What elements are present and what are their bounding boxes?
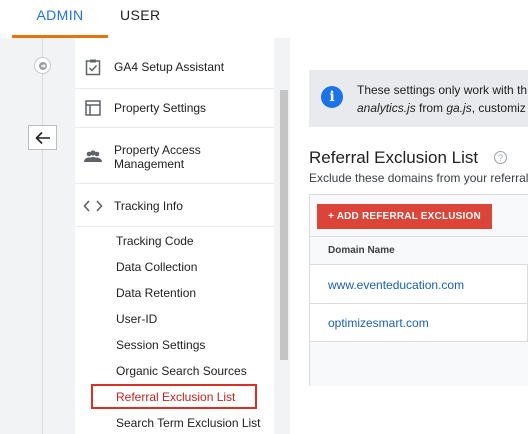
nav-item-label: Property Settings [114, 101, 207, 115]
table-footer [310, 342, 528, 386]
nav-item-label: Property Access Management [114, 142, 201, 171]
sub-item-tracking-code[interactable]: Tracking Code [116, 234, 194, 248]
sub-item-data-retention[interactable]: Data Retention [116, 286, 196, 300]
notice-code: ga.js [446, 101, 472, 115]
page-title: Referral Exclusion List [309, 148, 479, 167]
nav-item-label: Tracking Info [114, 198, 183, 213]
notice-text: These settings only work with th [357, 83, 528, 97]
sub-item-session-settings[interactable]: Session Settings [116, 338, 205, 352]
nav-scrollbar[interactable] [280, 90, 288, 360]
people-icon [83, 147, 103, 167]
code-icon [83, 196, 103, 216]
sub-item-data-collection[interactable]: Data Collection [116, 260, 197, 274]
nav-item-label: GA4 Setup Assistant [114, 60, 225, 74]
sub-item-referral-exclusion[interactable]: Referral Exclusion List [116, 390, 235, 404]
table-toolbar: + ADD REFERRAL EXCLUSION [310, 195, 528, 237]
layout-icon [83, 98, 103, 118]
tab-admin[interactable]: ADMIN [12, 0, 108, 38]
property-nav-panel: GA4 Setup Assistant Property Settings Pr… [75, 38, 274, 434]
help-icon[interactable]: ? [494, 151, 507, 164]
table-row[interactable]: www.eventeducation.com [310, 266, 528, 304]
sub-item-organic-search-sources[interactable]: Organic Search Sources [116, 364, 247, 378]
tab-user[interactable]: USER [120, 0, 160, 38]
nav-item-property-settings[interactable]: Property Settings [75, 88, 274, 128]
info-icon: i [321, 86, 343, 108]
page-subtitle: Exclude these domains from your referral [309, 171, 528, 185]
notice-code: analytics.js [357, 101, 416, 115]
table-row[interactable]: optimizesmart.com [310, 304, 528, 342]
sub-item-user-id[interactable]: User-ID [116, 312, 157, 326]
add-referral-exclusion-button[interactable]: + ADD REFERRAL EXCLUSION [317, 204, 492, 229]
notice-text-2: analytics.js from ga.js, customiz [357, 101, 526, 115]
nav-item-ga4-setup[interactable]: GA4 Setup Assistant [75, 48, 274, 86]
info-notice: i These settings only work with th analy… [309, 70, 528, 127]
rail-line [42, 38, 43, 434]
arrow-right-circle-icon [38, 61, 47, 70]
rail-step-circle[interactable] [34, 57, 51, 74]
notice-mid: from [415, 101, 447, 115]
column-header-domain[interactable]: Domain Name [310, 237, 528, 265]
back-button[interactable] [28, 125, 57, 150]
nav-item-property-access[interactable]: Property Access Management [75, 130, 274, 184]
arrow-left-icon [34, 131, 50, 144]
top-tab-bar: ADMIN USER [0, 0, 528, 38]
sub-item-search-term-exclusion[interactable]: Search Term Exclusion List [116, 416, 261, 430]
nav-item-tracking-info[interactable]: Tracking Info [75, 185, 274, 227]
clipboard-check-icon [83, 57, 103, 77]
exclusion-table: + ADD REFERRAL EXCLUSION Domain Name www… [309, 194, 528, 386]
notice-end: , customiz [471, 101, 526, 115]
